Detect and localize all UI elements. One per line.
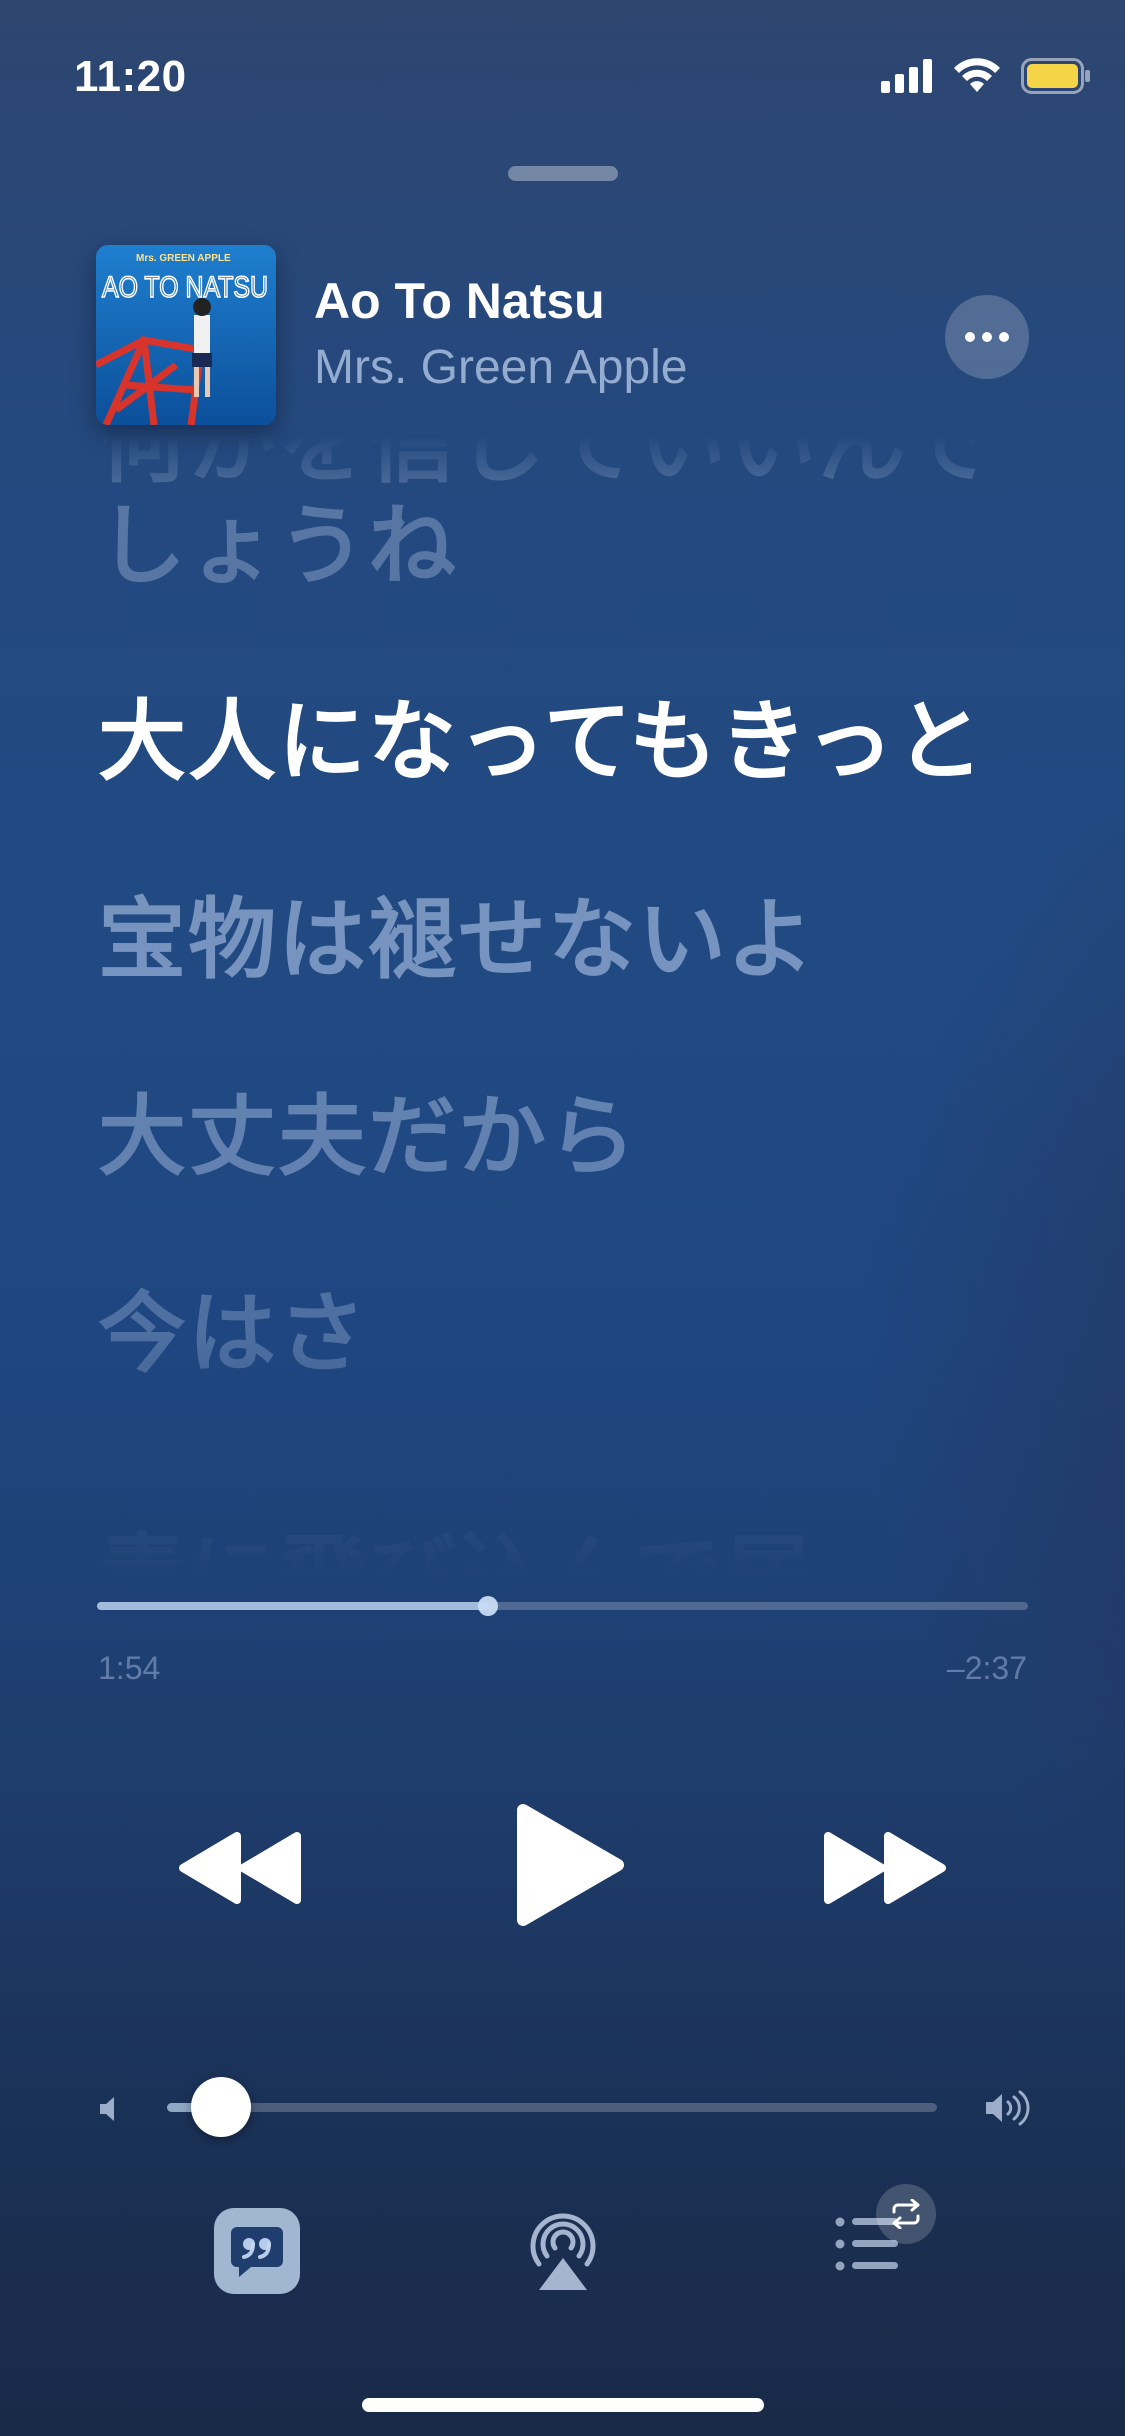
fast-forward-button[interactable]: [820, 1828, 950, 1908]
wifi-icon: [954, 58, 1000, 92]
song-title[interactable]: Ao To Natsu: [314, 272, 605, 330]
airplay-button[interactable]: [525, 2210, 601, 2292]
album-artwork[interactable]: Mrs. GREEN APPLE AO TO NATSU: [96, 245, 276, 425]
song-artist[interactable]: Mrs. Green Apple: [314, 340, 688, 395]
album-art-band-text: Mrs. GREEN APPLE: [136, 253, 231, 264]
more-dot-icon: [999, 332, 1009, 342]
more-options-button[interactable]: [945, 295, 1029, 379]
play-icon: [517, 1804, 624, 1926]
more-dot-icon: [965, 332, 975, 342]
status-time: 11:20: [74, 52, 187, 101]
lyric-line[interactable]: しょうね: [98, 495, 458, 596]
more-dot-icon: [982, 332, 992, 342]
status-icons: [881, 58, 1091, 94]
speaker-low-icon: [100, 2097, 114, 2121]
volume-slider[interactable]: [167, 2077, 937, 2137]
playback-progress-fill: [97, 1602, 489, 1610]
repeat-button[interactable]: [876, 2184, 936, 2244]
home-indicator[interactable]: [362, 2398, 764, 2412]
fast-forward-icon: [824, 1832, 946, 1904]
lyric-line[interactable]: 今はさ: [98, 1283, 368, 1384]
volume-slider-knob[interactable]: [190, 2077, 251, 2137]
lyrics-button[interactable]: [214, 2208, 300, 2294]
battery-icon: [1021, 58, 1090, 94]
album-art-title-text: AO TO NATSU: [102, 271, 268, 304]
lyrics-view[interactable]: 何かを信じていいんで しょうね 大人になってもきっと 宝物は褪せないよ 大丈夫だ…: [0, 435, 1125, 1585]
play-button[interactable]: [513, 1800, 628, 1930]
time-elapsed: 1:54: [98, 1650, 161, 1686]
lyric-line[interactable]: 大丈夫だから: [98, 1086, 638, 1187]
lyric-line[interactable]: 青に飛び込んで居: [98, 1525, 814, 1585]
playback-scrubber[interactable]: [97, 1596, 1028, 1616]
sheet-grabber[interactable]: [508, 166, 618, 181]
airplay-icon: [530, 2213, 596, 2267]
rewind-icon: [179, 1832, 301, 1904]
playback-scrubber-knob[interactable]: [478, 1596, 499, 1616]
time-remaining: –2:37: [946, 1650, 1027, 1686]
rewind-button[interactable]: [175, 1828, 305, 1908]
repeat-icon: [892, 2199, 920, 2229]
cellular-signal-icon: [881, 59, 932, 93]
lyric-line[interactable]: 何かを信じていいんで: [98, 435, 994, 494]
now-playing-screen: 11:20 Mrs. GREEN APPLE AO TO NATSU Ao To…: [0, 0, 1125, 2436]
speaker-high-icon: [986, 2090, 1030, 2126]
lyric-line-current[interactable]: 大人になってもきっと: [98, 691, 986, 792]
lyrics-quote-icon: [231, 2227, 283, 2277]
lyric-line[interactable]: 宝物は褪せないよ: [98, 889, 816, 990]
